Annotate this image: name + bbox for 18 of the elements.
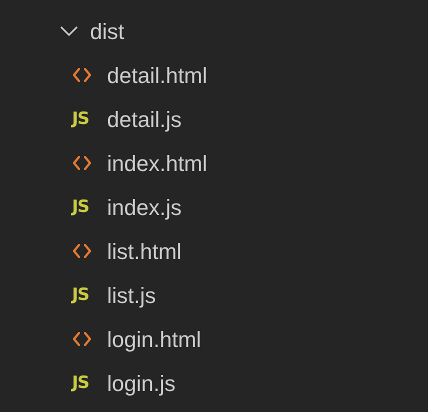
file-name[interactable]: detail.html — [107, 58, 208, 92]
code-brackets-icon — [72, 331, 92, 347]
file-name[interactable]: index.js — [107, 190, 182, 224]
file-name[interactable]: index.html — [107, 146, 208, 180]
code-brackets-icon — [72, 243, 92, 259]
file-name[interactable]: list.js — [107, 278, 156, 312]
file-name[interactable]: login.html — [107, 322, 202, 356]
js-file-icon: JS — [72, 198, 92, 216]
js-file-icon: JS — [72, 110, 92, 128]
file-name[interactable]: detail.js — [107, 102, 182, 136]
code-brackets-icon — [72, 155, 92, 171]
folder-name[interactable]: dist — [90, 14, 124, 48]
js-file-icon: JS — [72, 374, 92, 392]
code-brackets-icon — [72, 67, 92, 83]
file-name[interactable]: login.js — [107, 366, 176, 400]
chevron-icon[interactable] — [60, 25, 78, 37]
file-name[interactable]: list.html — [107, 234, 182, 268]
js-file-icon: JS — [72, 286, 92, 304]
